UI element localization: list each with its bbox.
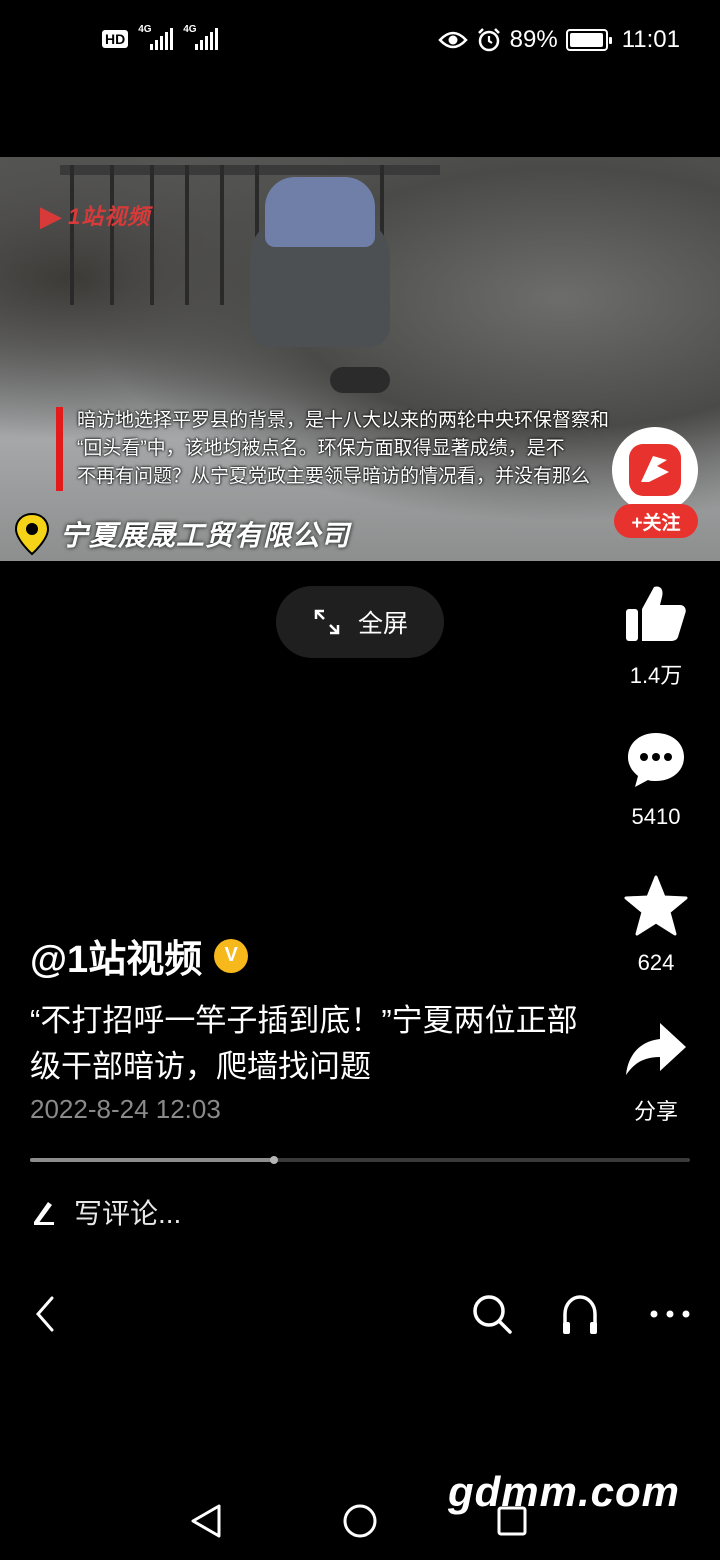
expand-icon xyxy=(314,609,340,635)
headphones-icon xyxy=(563,1295,597,1334)
network-type-label: 4G xyxy=(138,24,152,35)
comment-input[interactable]: 写评论... xyxy=(30,1192,181,1232)
status-right: 89% 11:01 xyxy=(437,26,680,54)
comment-placeholder: 写评论... xyxy=(74,1198,182,1229)
hd-icon: HD xyxy=(102,30,129,48)
post-date: 2022-8-24 12:03 xyxy=(30,1094,221,1124)
like-action[interactable]: 1.4万 xyxy=(606,580,706,690)
progress-handle[interactable] xyxy=(270,1156,279,1164)
author-handle[interactable]: @1站视频 xyxy=(30,928,202,983)
video-player[interactable]: 1站视频 暗访地选择平罗县的背景，是十八大以来的两轮中央环保督察和 “回头看”中… xyxy=(0,157,720,561)
status-bar: HD 4G 4G 89% 11:01 xyxy=(0,0,720,86)
comment-count: 5410 xyxy=(631,804,681,829)
location-tag: 宁夏展晟工贸有限公司 xyxy=(14,512,350,556)
video-scene-person xyxy=(245,177,395,397)
battery-percent: 89% xyxy=(509,26,558,53)
thumbs-up-icon xyxy=(626,586,686,641)
back-button[interactable] xyxy=(18,1284,72,1344)
network-type-label: 4G xyxy=(183,24,197,35)
system-back-button[interactable] xyxy=(180,1496,232,1546)
listen-button[interactable] xyxy=(550,1284,610,1344)
location-pin-icon xyxy=(14,512,50,556)
signal-icon-sim1: 4G xyxy=(138,24,174,50)
triangle-back-icon xyxy=(191,1504,221,1538)
watermark: gdmm.com xyxy=(448,1468,681,1515)
favorite-count: 624 xyxy=(637,950,675,975)
follow-button[interactable]: +关注 xyxy=(614,504,698,538)
fullscreen-button[interactable]: 全屏 xyxy=(276,586,444,658)
search-icon xyxy=(473,1295,512,1334)
verified-badge-icon: V xyxy=(214,938,249,973)
favorite-action[interactable]: 624 xyxy=(606,872,706,976)
battery-icon xyxy=(565,29,612,51)
fullscreen-label: 全屏 xyxy=(357,610,408,638)
system-home-button[interactable] xyxy=(334,1496,386,1546)
video-logo: 1站视频 xyxy=(40,199,150,231)
like-count: 1.4万 xyxy=(629,663,683,688)
clock: 11:01 xyxy=(621,26,680,53)
signal-icon-sim2: 4G xyxy=(183,24,219,50)
circle-home-icon xyxy=(343,1504,377,1538)
channel-avatar[interactable] xyxy=(612,427,698,513)
share-label: 分享 xyxy=(633,1099,678,1124)
pen-icon xyxy=(34,1202,54,1225)
chevron-left-icon xyxy=(36,1296,54,1332)
alarm-icon xyxy=(477,28,500,52)
more-button[interactable] xyxy=(640,1284,700,1344)
author-name[interactable]: @1站视频 V xyxy=(30,928,249,983)
eye-icon xyxy=(437,31,468,49)
search-button[interactable] xyxy=(462,1284,522,1344)
status-left: HD 4G 4G xyxy=(102,24,219,50)
share-action[interactable]: 分享 xyxy=(606,1016,706,1126)
share-arrow-icon xyxy=(626,1023,686,1075)
comment-bubble-icon xyxy=(628,733,684,787)
comment-action[interactable]: 5410 xyxy=(606,726,706,830)
progress-fill xyxy=(30,1158,275,1162)
post-title: “不打招呼一竿子插到底！”宁夏两位正部级干部暗访，爬墙找问题 xyxy=(30,1003,578,1084)
more-dots-icon xyxy=(650,1310,690,1318)
video-progress-bar[interactable] xyxy=(30,1156,690,1164)
video-subtitle: 暗访地选择平罗县的背景，是十八大以来的两轮中央环保督察和 “回头看”中，该地均被… xyxy=(56,407,656,491)
star-icon xyxy=(624,875,688,936)
channel-logo-icon xyxy=(629,444,681,496)
